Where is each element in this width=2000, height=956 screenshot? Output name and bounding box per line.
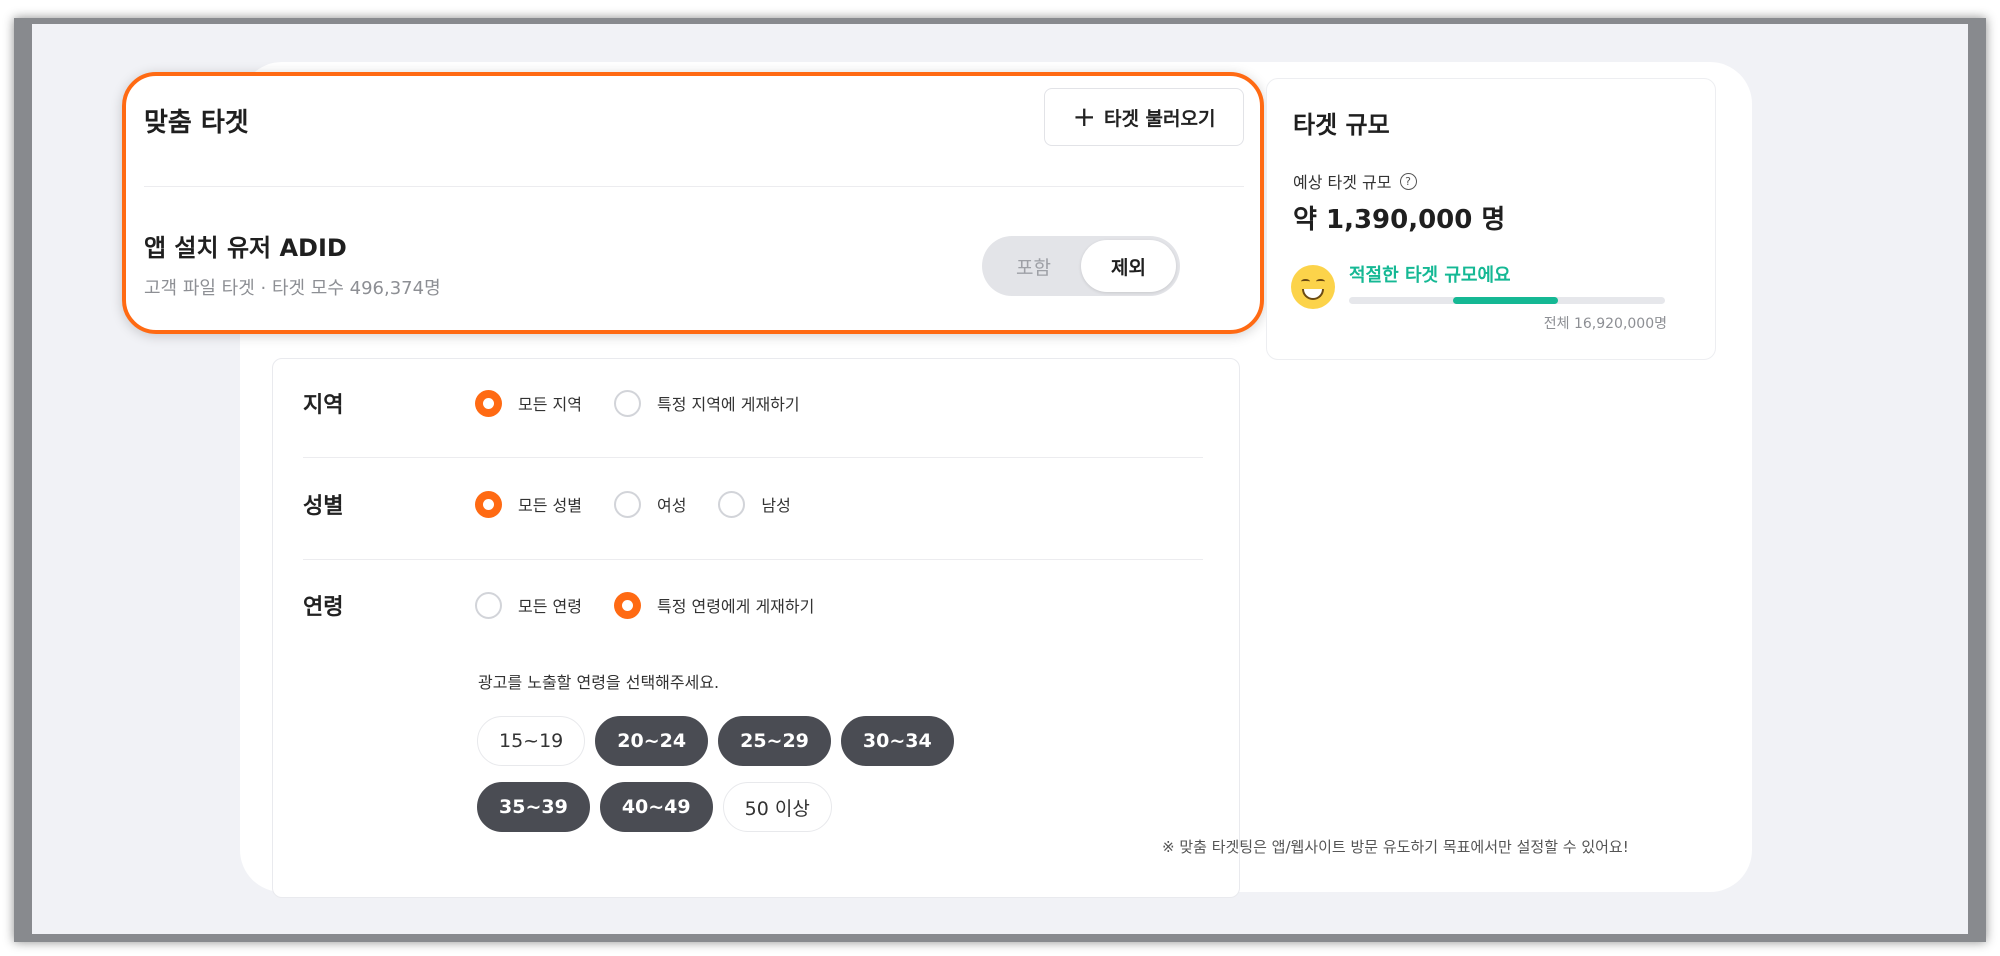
age-chip-30-34[interactable]: 30~34 [840, 716, 954, 766]
gender-row: 성별 모든 성별 여성 남성 [303, 488, 1203, 520]
smile-emoji-icon [1291, 265, 1335, 309]
filter-card: 지역 모든 지역 특정 지역에 게재하기 성별 모든 성별 여성 남성 연령 모… [272, 358, 1240, 898]
age-chip-20-24[interactable]: 20~24 [595, 716, 709, 766]
help-icon[interactable]: ? [1399, 172, 1417, 190]
include-exclude-toggle: 포함 제외 [982, 236, 1180, 296]
target-size-status: 적절한 타겟 규모에요 [1349, 265, 1511, 286]
target-size-bar-fill [1453, 297, 1558, 304]
age-chip-row-2: 35~39 40~49 50 이상 [477, 782, 832, 832]
estimate-label-row: 예상 타겟 규모 ? [1293, 169, 1417, 193]
radio-unselected-icon[interactable] [613, 490, 641, 518]
age-option-specific[interactable]: 특정 연령에게 게재하기 [613, 591, 815, 619]
option-label: 모든 연령 [518, 597, 582, 616]
region-label: 지역 [303, 393, 344, 418]
estimate-label: 예상 타겟 규모 [1293, 173, 1392, 192]
plus-icon: + [1072, 100, 1096, 133]
radio-selected-icon[interactable] [475, 490, 502, 518]
target-size-title: 타겟 규모 [1293, 111, 1390, 139]
radio-selected-icon[interactable] [613, 591, 641, 619]
age-chip-15-19[interactable]: 15~19 [477, 716, 586, 766]
age-label: 연령 [303, 595, 344, 620]
load-target-label: 타겟 불러오기 [1103, 107, 1216, 130]
option-label: 특정 연령에게 게재하기 [656, 597, 815, 616]
load-target-button[interactable]: + 타겟 불러오기 [1044, 88, 1244, 146]
gender-option-all[interactable]: 모든 성별 [475, 490, 582, 518]
age-chip-40-49[interactable]: 40~49 [599, 782, 713, 832]
total-audience: 전체 16,920,000명 [1543, 316, 1667, 332]
footnote: ※ 맞춤 타겟팅은 앱/웹사이트 방문 유도하기 목표에서만 설정할 수 있어요… [1162, 838, 1629, 856]
age-chip-25-29[interactable]: 25~29 [718, 716, 831, 766]
target-size-bar [1349, 297, 1665, 304]
radio-selected-icon[interactable] [475, 389, 502, 417]
toggle-include[interactable]: 포함 [986, 240, 1081, 292]
divider [303, 457, 1203, 458]
region-option-specific[interactable]: 특정 지역에 게재하기 [613, 389, 800, 417]
age-option-all[interactable]: 모든 연령 [475, 591, 582, 619]
radio-unselected-icon[interactable] [475, 591, 502, 619]
option-label: 모든 성별 [518, 496, 582, 515]
target-size-card: 타겟 규모 예상 타겟 규모 ? 약 1,390,000 명 적절한 타겟 규모… [1266, 78, 1716, 360]
region-row: 지역 모든 지역 특정 지역에 게재하기 [303, 387, 1203, 419]
age-chip-row-1: 15~19 20~24 25~29 30~34 [477, 716, 954, 766]
region-option-all[interactable]: 모든 지역 [475, 389, 582, 417]
age-hint: 광고를 노출할 연령을 선택해주세요. [478, 673, 720, 692]
age-chip-50-plus[interactable]: 50 이상 [722, 782, 832, 832]
gender-option-female[interactable]: 여성 [613, 490, 687, 518]
option-label: 특정 지역에 게재하기 [656, 395, 800, 414]
custom-target-title: 맞춤 타겟 [144, 108, 249, 138]
gender-label: 성별 [303, 494, 344, 519]
option-label: 여성 [656, 496, 687, 515]
radio-unselected-icon[interactable] [613, 389, 641, 417]
estimate-value: 약 1,390,000 명 [1293, 205, 1506, 235]
age-chip-35-39[interactable]: 35~39 [477, 782, 590, 832]
gender-option-male[interactable]: 남성 [718, 490, 791, 518]
option-label: 남성 [761, 496, 791, 515]
radio-unselected-icon[interactable] [718, 490, 746, 518]
audience-name: 앱 설치 유저 ADID [144, 234, 347, 262]
divider [303, 559, 1203, 560]
toggle-exclude[interactable]: 제외 [1081, 240, 1176, 292]
divider [144, 186, 1244, 187]
audience-description: 고객 파일 타겟 · 타겟 모수 496,374명 [144, 278, 441, 299]
age-row: 연령 모든 연령 특정 연령에게 게재하기 [303, 589, 1203, 621]
option-label: 모든 지역 [518, 395, 582, 414]
custom-target-card: 맞춤 타겟 + 타겟 불러오기 앱 설치 유저 ADID 고객 파일 타겟 · … [122, 72, 1264, 334]
